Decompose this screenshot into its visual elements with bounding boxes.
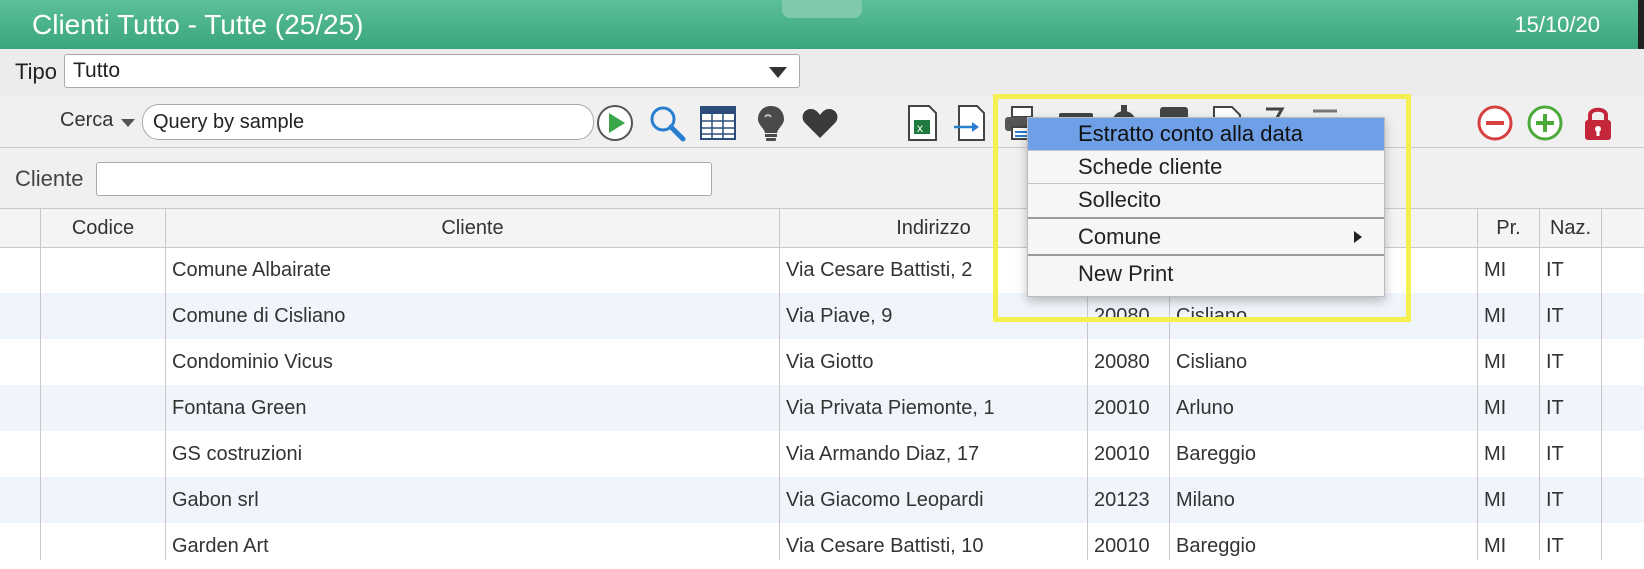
menu-separator bbox=[1028, 217, 1384, 219]
column-divider bbox=[1539, 209, 1540, 560]
tipo-select[interactable]: Tutto bbox=[64, 54, 800, 88]
cell-indirizzo: Via Giacomo Leopardi bbox=[786, 489, 984, 511]
search-mode-dropdown-icon[interactable] bbox=[121, 119, 135, 127]
cell-pr: MI bbox=[1484, 397, 1507, 419]
tipo-label: Tipo bbox=[15, 59, 57, 84]
window-date: 15/10/20 bbox=[1514, 12, 1600, 37]
tipo-select-value: Tutto bbox=[73, 59, 121, 82]
cell-comune: Arluno bbox=[1176, 397, 1234, 419]
table-row[interactable]: Gabon srl Via Giacomo Leopardi 20123 Mil… bbox=[0, 477, 1644, 523]
table-icon[interactable] bbox=[698, 103, 738, 143]
cell-naz: IT bbox=[1546, 397, 1564, 419]
cell-indirizzo: Via Cesare Battisti, 10 bbox=[786, 535, 984, 557]
menu-item-sollecito[interactable]: Sollecito bbox=[1028, 184, 1384, 216]
column-header-cliente[interactable]: Cliente bbox=[166, 209, 780, 247]
cell-codice bbox=[41, 339, 166, 385]
cell-pr: MI bbox=[1484, 535, 1507, 557]
heart-icon[interactable] bbox=[800, 103, 840, 143]
window-title: Clienti Tutto - Tutte (25/25) bbox=[32, 9, 364, 40]
cell-cliente: GS costruzioni bbox=[172, 443, 303, 465]
cell-comune: Bareggio bbox=[1176, 535, 1257, 557]
column-header-pr[interactable]: Pr. bbox=[1478, 209, 1540, 247]
lightbulb-icon[interactable] bbox=[751, 103, 791, 143]
submenu-arrow-icon bbox=[1354, 231, 1362, 243]
cell-codice bbox=[41, 293, 166, 339]
menu-separator bbox=[1028, 254, 1384, 256]
query-input-value: Query by sample bbox=[153, 111, 305, 133]
cell-cap: 20080 bbox=[1094, 351, 1150, 373]
menu-item-estratto-conto[interactable]: Estratto conto alla data bbox=[1028, 118, 1384, 150]
table-row[interactable]: GS costruzioni Via Armando Diaz, 17 2001… bbox=[0, 431, 1644, 477]
cell-naz: IT bbox=[1546, 305, 1564, 327]
cell-codice bbox=[41, 385, 166, 431]
cell-naz: IT bbox=[1546, 259, 1564, 281]
cell-cliente: Condominio Vicus bbox=[172, 351, 333, 373]
column-divider bbox=[165, 209, 166, 560]
query-input[interactable]: Query by sample bbox=[142, 104, 594, 140]
add-icon[interactable] bbox=[1525, 103, 1565, 143]
table-row[interactable]: Garden Art Via Cesare Battisti, 10 20010… bbox=[0, 523, 1644, 569]
export-icon[interactable] bbox=[950, 103, 990, 143]
window-notch bbox=[782, 0, 862, 18]
cliente-input[interactable] bbox=[96, 162, 712, 196]
cell-codice bbox=[41, 523, 166, 569]
cell-cliente: Fontana Green bbox=[172, 397, 307, 419]
cell-cliente: Comune Albairate bbox=[172, 259, 331, 281]
cell-indirizzo: Via Privata Piemonte, 1 bbox=[786, 397, 995, 419]
cell-cap: 20010 bbox=[1094, 535, 1150, 557]
cell-comune: Milano bbox=[1176, 489, 1235, 511]
cell-pr: MI bbox=[1484, 443, 1507, 465]
table-row[interactable]: Fontana Green Via Privata Piemonte, 1 20… bbox=[0, 385, 1644, 431]
chevron-down-icon[interactable] bbox=[769, 67, 787, 78]
filter-bar: Tipo Tutto bbox=[0, 49, 1644, 98]
menu-item-new-print[interactable]: New Print bbox=[1028, 258, 1384, 290]
column-divider bbox=[779, 209, 780, 560]
window-edge bbox=[1638, 0, 1644, 49]
cell-cliente: Gabon srl bbox=[172, 489, 259, 511]
cell-cliente: Garden Art bbox=[172, 535, 269, 557]
cell-codice bbox=[41, 431, 166, 477]
cell-indirizzo: Via Armando Diaz, 17 bbox=[786, 443, 980, 465]
cell-codice bbox=[41, 247, 166, 293]
search-icon[interactable] bbox=[647, 103, 687, 143]
cliente-label: Cliente bbox=[15, 166, 84, 191]
menu-item-comune-label: Comune bbox=[1078, 224, 1162, 249]
search-mode-label[interactable]: Cerca bbox=[60, 109, 113, 132]
excel-icon[interactable]: x bbox=[902, 103, 942, 143]
svg-text:x: x bbox=[917, 121, 923, 135]
cell-naz: IT bbox=[1546, 535, 1564, 557]
column-header-select[interactable] bbox=[0, 209, 41, 247]
cell-pr: MI bbox=[1484, 351, 1507, 373]
column-divider bbox=[40, 209, 41, 560]
column-header-codice[interactable]: Codice bbox=[41, 209, 166, 247]
menu-item-schede-cliente[interactable]: Schede cliente bbox=[1028, 151, 1384, 183]
cell-comune: Cisliano bbox=[1176, 351, 1248, 373]
cell-pr: MI bbox=[1484, 305, 1507, 327]
play-icon[interactable] bbox=[595, 103, 635, 143]
cell-naz: IT bbox=[1546, 443, 1564, 465]
cell-cap: 20010 bbox=[1094, 443, 1150, 465]
cell-comune: Bareggio bbox=[1176, 443, 1257, 465]
column-header-naz[interactable]: Naz. bbox=[1540, 209, 1602, 247]
cell-pr: MI bbox=[1484, 489, 1507, 511]
cell-naz: IT bbox=[1546, 489, 1564, 511]
cell-naz: IT bbox=[1546, 351, 1564, 373]
menu-item-comune[interactable]: Comune bbox=[1028, 221, 1384, 253]
column-divider bbox=[1477, 209, 1478, 560]
print-menu: Estratto conto alla data Schede cliente … bbox=[1027, 117, 1385, 297]
cell-codice bbox=[41, 477, 166, 523]
cell-cliente: Comune di Cisliano bbox=[172, 305, 346, 327]
cell-cap: 20123 bbox=[1094, 489, 1150, 511]
window-title-bar: Clienti Tutto - Tutte (25/25) 15/10/20 bbox=[0, 0, 1644, 49]
cell-pr: MI bbox=[1484, 259, 1507, 281]
remove-icon[interactable] bbox=[1475, 103, 1515, 143]
cell-indirizzo: Via Giotto bbox=[786, 351, 874, 373]
lock-icon[interactable] bbox=[1578, 103, 1618, 143]
cell-cap: 20010 bbox=[1094, 397, 1150, 419]
table-row[interactable]: Condominio Vicus Via Giotto 20080 Cislia… bbox=[0, 339, 1644, 385]
column-divider bbox=[1601, 209, 1602, 560]
